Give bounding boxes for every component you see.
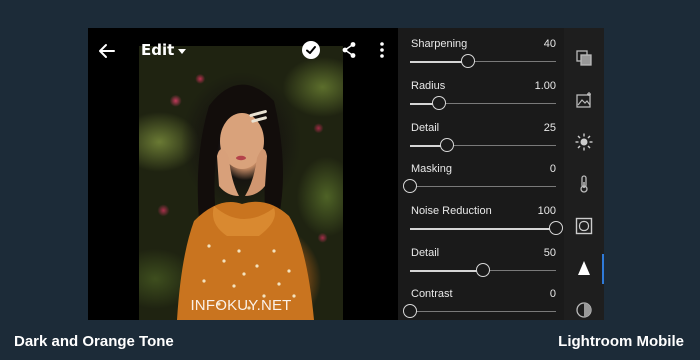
- back-arrow-icon[interactable]: [96, 40, 118, 62]
- tool-strip: [564, 28, 604, 320]
- slider-track[interactable]: [410, 227, 556, 230]
- slider-value: 50: [543, 247, 556, 259]
- caption-left: Dark and Orange Tone: [14, 333, 174, 350]
- slider-track[interactable]: [410, 144, 556, 147]
- optics-icon[interactable]: [574, 300, 594, 320]
- app-window: INFOKUY.NET Edit Sharpening 40 Radius 1.…: [88, 28, 604, 320]
- slider-value: 40: [543, 38, 556, 50]
- slider-thumb[interactable]: [403, 179, 417, 193]
- slider-fill: [410, 227, 556, 230]
- slider-label: Contrast: [411, 288, 453, 300]
- caption-right: Lightroom Mobile: [558, 333, 684, 350]
- top-bar: Edit: [88, 28, 398, 72]
- slider-thumb[interactable]: [461, 54, 476, 68]
- slider-track[interactable]: [410, 186, 556, 187]
- slider-value: 0: [549, 288, 556, 300]
- slider-noise-detail[interactable]: Detail 50: [410, 247, 556, 277]
- slider-noise-reduction[interactable]: Noise Reduction 100: [410, 205, 563, 235]
- slider-sharpening[interactable]: Sharpening 40: [410, 38, 556, 68]
- watermark: INFOKUY.NET: [190, 297, 292, 314]
- slider-label: Noise Reduction: [411, 205, 492, 217]
- active-tool-indicator: [602, 254, 604, 284]
- slider-thumb[interactable]: [476, 263, 490, 277]
- slider-track[interactable]: [410, 60, 556, 63]
- effects-icon[interactable]: [574, 216, 594, 236]
- slider-thumb[interactable]: [549, 221, 563, 235]
- slider-value: 25: [543, 122, 556, 134]
- crop-icon[interactable]: [574, 90, 594, 110]
- photo-preview[interactable]: INFOKUY.NET: [139, 46, 343, 320]
- edit-dropdown[interactable]: Edit: [141, 41, 187, 59]
- slider-contrast[interactable]: Contrast 0: [403, 288, 556, 318]
- chevron-down-icon: [178, 48, 187, 54]
- slider-thumb[interactable]: [432, 96, 447, 110]
- slider-thumb[interactable]: [439, 138, 454, 152]
- presets-icon[interactable]: [574, 48, 594, 68]
- edit-label: Edit: [141, 41, 175, 59]
- slider-track[interactable]: [410, 311, 556, 312]
- slider-fill: [410, 60, 469, 63]
- color-icon[interactable]: [574, 174, 594, 194]
- slider-detail[interactable]: Detail 25: [410, 122, 556, 152]
- slider-thumb[interactable]: [403, 304, 417, 318]
- slider-label: Detail: [411, 122, 440, 134]
- slider-value: 0: [549, 163, 556, 175]
- slider-value: 100: [537, 205, 556, 217]
- light-icon[interactable]: [574, 132, 594, 152]
- slider-fill: [410, 269, 483, 272]
- check-icon[interactable]: [302, 41, 320, 59]
- slider-label: Radius: [411, 80, 446, 92]
- portrait-illustration: [177, 84, 314, 320]
- slider-radius[interactable]: Radius 1.00: [410, 80, 556, 110]
- slider-label: Masking: [411, 163, 452, 175]
- detail-panel: Sharpening 40 Radius 1.00 Detail 25 Mask…: [398, 28, 564, 320]
- slider-value: 1.00: [534, 80, 556, 92]
- slider-label: Detail: [411, 247, 440, 259]
- share-icon[interactable]: [341, 41, 357, 59]
- detail-icon[interactable]: [574, 258, 594, 278]
- slider-label: Sharpening: [411, 38, 468, 50]
- more-vertical-icon[interactable]: [378, 41, 386, 59]
- slider-masking[interactable]: Masking 0: [403, 163, 556, 193]
